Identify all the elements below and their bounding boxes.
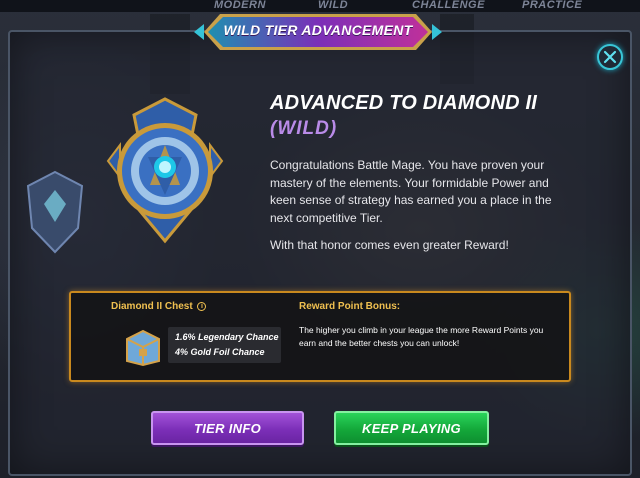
reward-message: With that honor comes even greater Rewar… — [270, 238, 509, 252]
advancement-heading: ADVANCED TO DIAMOND II — [270, 92, 537, 114]
legendary-chance: 1.6% Legendary Chance — [175, 332, 279, 342]
wall-shield-decoration — [20, 168, 90, 258]
tab-practice[interactable]: PRACTICE — [522, 0, 582, 11]
keep-playing-button[interactable]: KEEP PLAYING — [334, 411, 489, 445]
reward-panel: Diamond II Chest i 1.6% Legendary Chance… — [69, 291, 571, 382]
congratulations-message: Congratulations Battle Mage. You have pr… — [270, 158, 552, 225]
close-button[interactable] — [597, 44, 623, 70]
chest-title: Diamond II Chest i — [111, 301, 207, 312]
format-subheading: (WILD) — [270, 118, 338, 139]
gold-foil-chance: 4% Gold Foil Chance — [175, 347, 265, 357]
chest-title-label: Diamond II Chest — [111, 301, 193, 312]
bonus-title: Reward Point Bonus: — [299, 301, 401, 312]
chest-icon — [121, 323, 165, 367]
bonus-text: The higher you climb in your league the … — [299, 325, 544, 348]
close-icon — [603, 50, 617, 64]
modal-title: WILD TIER ADVANCEMENT — [223, 22, 413, 38]
tier-info-button[interactable]: TIER INFO — [151, 411, 304, 445]
diamond-tier-badge-icon — [100, 95, 230, 245]
chest-chances: 1.6% Legendary Chance 4% Gold Foil Chanc… — [168, 327, 281, 363]
info-icon[interactable]: i — [197, 302, 207, 311]
title-banner: WILD TIER ADVANCEMENT — [190, 10, 446, 54]
